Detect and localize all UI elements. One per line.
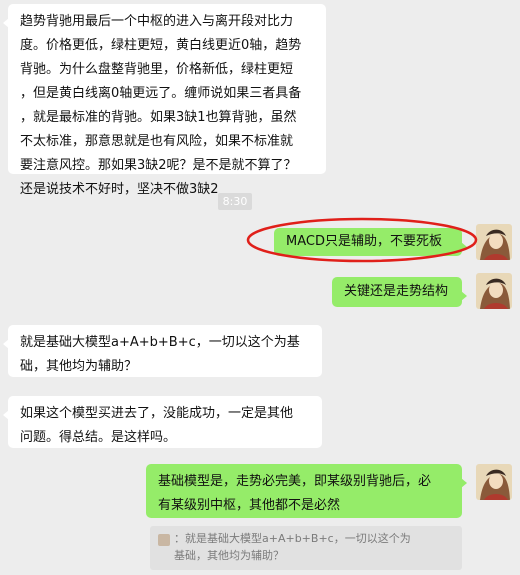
sent-message-bubble[interactable]: MACD只是辅助，不要死板 <box>274 228 467 256</box>
message-line: ，就是最标准的背驰。如果3缺1也算背驰，虽然 <box>20 110 297 125</box>
message-line: 度。价格更低，绿柱更短，黄白线更近0轴，趋势 <box>20 38 302 53</box>
message-line: 有某级别中枢，其他都不是必然 <box>158 498 341 513</box>
message-line: 如果这个模型买进去了，没能成功，一定是其他 <box>20 406 294 421</box>
message-line: 趋势背驰用最后一个中枢的进入与离开段对比力 <box>20 14 294 29</box>
avatar-image-icon <box>476 464 512 500</box>
sent-message-bubble[interactable]: 关键还是走势结构 <box>332 277 467 307</box>
message-line: 要注意风控。那如果3缺2呢？是不是就不算了？ <box>20 158 297 173</box>
avatar-image-icon <box>476 224 512 260</box>
message-line: 还是说技术不好时，坚决不做3缺2 <box>20 182 219 197</box>
message-line: 背驰。为什么盘整背驰里，价格新低，绿柱更短 <box>20 62 294 77</box>
message-line: 就是基础大模型a+A+b+B+c，一切以这个为基 <box>20 335 300 350</box>
received-message-bubble[interactable]: 趋势背驰用最后一个中枢的进入与离开段对比力 度。价格更低，绿柱更短，黄白线更近0… <box>3 4 326 197</box>
message-line: 问题。得总结。是这样吗。 <box>20 430 177 445</box>
avatar-image-icon <box>476 273 512 309</box>
message-line: 基础模型是，走势必完美，即某级别背驰后，必 <box>158 474 432 489</box>
received-message-bubble[interactable]: 如果这个模型买进去了，没能成功，一定是其他 问题。得总结。是这样吗。 <box>3 396 322 448</box>
timestamp: 8:30 <box>218 193 252 210</box>
quote-sender-thumbnail-icon <box>158 534 170 546</box>
quote-line: 基础，其他均为辅助？ <box>174 549 284 562</box>
message-text: MACD只是辅助，不要死板 <box>286 234 442 249</box>
message-line: 不太标准，那意思就是也有风险，如果不标准就 <box>20 134 294 149</box>
user-avatar[interactable] <box>476 273 512 309</box>
user-avatar[interactable] <box>476 464 512 500</box>
quoted-reply[interactable]: ：就是基础大模型a+A+b+B+c，一切以这个为 基础，其他均为辅助？ <box>150 526 462 570</box>
message-line: 础，其他均为辅助？ <box>20 359 138 374</box>
user-avatar[interactable] <box>476 224 512 260</box>
message-text: 关键还是走势结构 <box>344 284 449 299</box>
sent-message-bubble[interactable]: 基础模型是，走势必完美，即某级别背驰后，必 有某级别中枢，其他都不是必然 <box>146 464 467 518</box>
quote-line: ：就是基础大模型a+A+b+B+c，一切以这个为 <box>174 532 411 545</box>
received-message-bubble[interactable]: 就是基础大模型a+A+b+B+c，一切以这个为基 础，其他均为辅助？ <box>3 325 322 377</box>
message-line: ，但是黄白线离0轴更远了。缠师说如果三者具备 <box>20 86 302 101</box>
